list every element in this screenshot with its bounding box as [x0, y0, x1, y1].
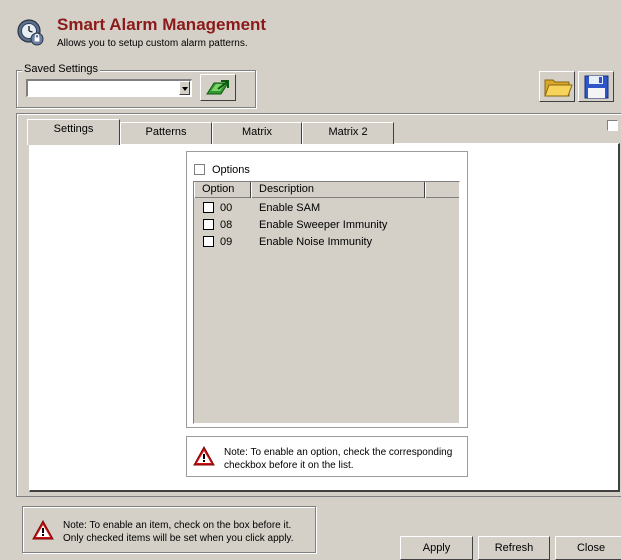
- close-button[interactable]: Close: [555, 536, 621, 560]
- chevron-down-icon[interactable]: [179, 81, 190, 95]
- saved-settings-legend: Saved Settings: [22, 63, 100, 75]
- warning-icon: [193, 445, 215, 466]
- warning-icon: [32, 519, 54, 540]
- save-button[interactable]: [578, 71, 614, 102]
- saved-settings-dropdown[interactable]: [26, 79, 192, 97]
- options-label: Options: [212, 164, 250, 176]
- option-description: Enable Noise Immunity: [259, 236, 373, 248]
- options-select-all-checkbox[interactable]: [194, 164, 205, 175]
- column-header-blank[interactable]: [425, 182, 459, 198]
- load-settings-icon: [206, 80, 229, 95]
- panel-checkbox[interactable]: [607, 120, 618, 131]
- load-settings-button[interactable]: [200, 74, 236, 101]
- options-list: Option Description 00 Enable SAM 08 Enab…: [193, 181, 460, 424]
- option-description: Enable SAM: [259, 202, 321, 214]
- list-header: Option Description: [194, 182, 459, 198]
- column-header-option[interactable]: Option: [194, 182, 251, 198]
- alarm-clock-icon: [16, 18, 46, 48]
- tab-settings[interactable]: Settings: [27, 119, 120, 145]
- list-item[interactable]: 00 Enable SAM: [194, 200, 459, 216]
- floppy-disk-icon: [584, 75, 609, 99]
- page-subtitle: Allows you to setup custom alarm pattern…: [57, 38, 248, 49]
- tab-patterns[interactable]: Patterns: [120, 122, 212, 144]
- option-checkbox[interactable]: [203, 202, 214, 213]
- list-item[interactable]: 08 Enable Sweeper Immunity: [194, 217, 459, 233]
- page-title: Smart Alarm Management: [57, 15, 267, 34]
- option-code: 09: [220, 236, 233, 248]
- apply-button[interactable]: Apply: [400, 536, 473, 560]
- list-item[interactable]: 09 Enable Noise Immunity: [194, 234, 459, 250]
- refresh-button[interactable]: Refresh: [478, 536, 550, 560]
- option-description: Enable Sweeper Immunity: [259, 219, 388, 231]
- option-checkbox[interactable]: [203, 219, 214, 230]
- open-folder-icon: [544, 79, 573, 97]
- option-code: 00: [220, 202, 233, 214]
- options-note-text: Note: To enable an option, check the cor…: [224, 447, 453, 471]
- option-checkbox[interactable]: [203, 236, 214, 247]
- option-code: 08: [220, 219, 233, 231]
- tab-matrix[interactable]: Matrix: [212, 122, 302, 144]
- column-header-description[interactable]: Description: [251, 182, 425, 198]
- tab-matrix-2[interactable]: Matrix 2: [302, 122, 394, 144]
- bottom-note-text: Note: To enable an item, check on the bo…: [63, 520, 294, 544]
- open-folder-button[interactable]: [539, 71, 575, 102]
